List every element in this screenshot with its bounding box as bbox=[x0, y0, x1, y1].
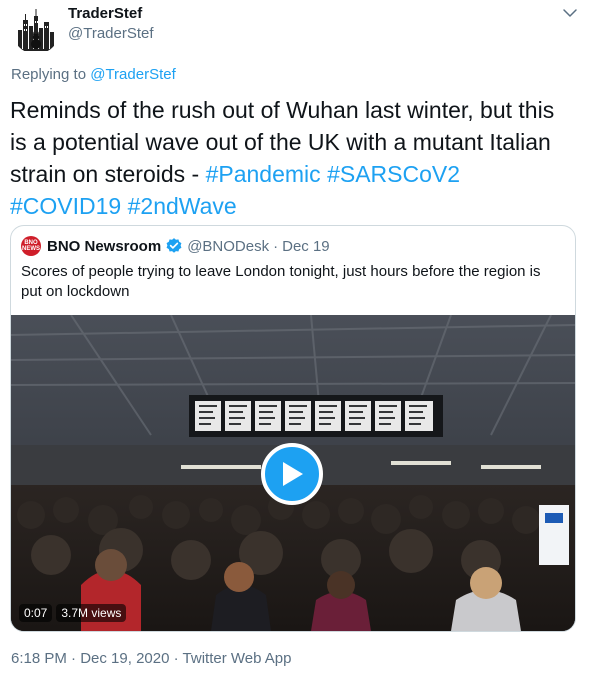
tweet-date[interactable]: Dec 19, 2020 bbox=[80, 650, 169, 667]
tweet-source[interactable]: Twitter Web App bbox=[183, 650, 292, 667]
quoted-author-name[interactable]: BNO Newsroom bbox=[47, 238, 161, 255]
tweet-text: Reminds of the rush out of Wuhan last wi… bbox=[10, 94, 570, 222]
quoted-date[interactable]: Dec 19 bbox=[282, 238, 330, 255]
replying-label: Replying to bbox=[11, 66, 87, 83]
author-handle[interactable]: @TraderStef bbox=[68, 25, 154, 42]
replying-handle-link[interactable]: @TraderStef bbox=[90, 66, 176, 83]
video-info: 0:07 3.7M views bbox=[19, 603, 130, 623]
quoted-author-handle[interactable]: @BNODesk bbox=[187, 238, 269, 255]
verified-badge-icon bbox=[166, 238, 182, 253]
tweet-time[interactable]: 6:18 PM bbox=[11, 650, 67, 667]
video-duration: 0:07 bbox=[19, 604, 53, 622]
bno-avatar[interactable]: BNO NEWS bbox=[21, 236, 41, 256]
chevron-down-icon[interactable] bbox=[561, 4, 579, 22]
author-avatar[interactable] bbox=[12, 6, 60, 54]
footer-separator: · bbox=[173, 650, 179, 667]
bno-avatar-label-bottom: NEWS bbox=[22, 246, 40, 252]
play-button[interactable] bbox=[261, 443, 323, 505]
video-player[interactable]: 0:07 3.7M views bbox=[11, 315, 575, 631]
hashtag-link[interactable]: #COVID19 bbox=[10, 193, 121, 219]
replying-to: Replying to @TraderStef bbox=[11, 66, 176, 83]
hashtag-link[interactable]: #SARSCoV2 bbox=[327, 161, 460, 187]
author-name[interactable]: TraderStef bbox=[68, 5, 142, 22]
video-views: 3.7M views bbox=[56, 604, 127, 622]
separator-dot: · bbox=[273, 237, 279, 255]
tweet-footer: 6:18 PM · Dec 19, 2020 · Twitter Web App bbox=[11, 650, 291, 667]
hashtag-link[interactable]: #Pandemic bbox=[206, 161, 321, 187]
hashtag-link[interactable]: #2ndWave bbox=[128, 193, 237, 219]
quoted-tweet[interactable]: BNO NEWS BNO Newsroom @BNODesk · Dec 19 S… bbox=[10, 225, 576, 632]
play-icon bbox=[283, 462, 303, 486]
quoted-tweet-text: Scores of people trying to leave London … bbox=[21, 263, 541, 300]
skyline-cat-logo bbox=[16, 9, 56, 51]
quoted-tweet-header: BNO NEWS BNO Newsroom @BNODesk · Dec 19 bbox=[21, 236, 330, 256]
footer-separator: · bbox=[71, 650, 77, 667]
